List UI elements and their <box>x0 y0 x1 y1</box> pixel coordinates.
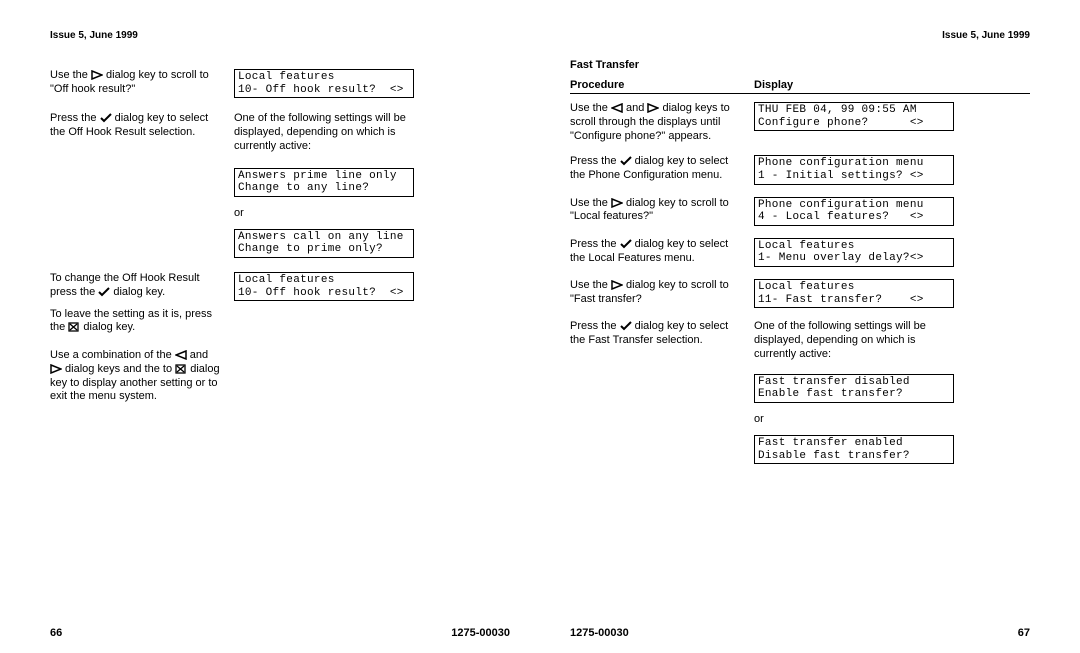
cancel-box-icon <box>175 364 187 374</box>
procedure-step: Use the dialog key to scroll to "Off hoo… <box>50 69 220 97</box>
display-note: One of the following settings will be di… <box>234 112 414 153</box>
col-procedure: Procedure <box>570 79 740 91</box>
lcd-display: Answers prime line only Change to any li… <box>234 168 414 197</box>
checkmark-icon <box>98 287 110 297</box>
lcd-display: Fast transfer disabled Enable fast trans… <box>754 374 954 403</box>
left-page-number: 66 <box>50 627 62 639</box>
display-stack: Fast transfer disabled Enable fast trans… <box>754 374 954 465</box>
procedure-step: Use the dialog key to scroll to "Fast tr… <box>570 279 740 307</box>
lcd-display: Local features 1- Menu overlay delay?<> <box>754 238 954 267</box>
left-page: Issue 5, June 1999 Use the dialog key to… <box>0 0 540 653</box>
triangle-right-icon <box>91 70 103 80</box>
right-doc-number: 1275-00030 <box>570 627 629 639</box>
display-stack: Answers prime line only Change to any li… <box>234 168 414 259</box>
checkmark-icon <box>100 113 112 123</box>
triangle-left-icon <box>611 103 623 113</box>
procedure-step: Press the dialog key to select the Phone… <box>570 155 740 183</box>
lcd-display: THU FEB 04, 99 09:55 AM Configure phone?… <box>754 102 954 131</box>
or-label: or <box>234 207 414 219</box>
checkmark-icon <box>620 239 632 249</box>
checkmark-icon <box>620 321 632 331</box>
cancel-box-icon <box>68 322 80 332</box>
column-headers: Procedure Display <box>570 79 1030 94</box>
procedure-step: Use a combination of the and dialog keys… <box>50 349 220 404</box>
lcd-display: Answers call on any line Change to prime… <box>234 229 414 258</box>
procedure-step: Use the dialog key to scroll to "Local f… <box>570 197 740 225</box>
checkmark-icon <box>620 156 632 166</box>
triangle-left-icon <box>175 350 187 360</box>
lcd-display: Local features 11- Fast transfer? <> <box>754 279 954 308</box>
section-title: Fast Transfer <box>570 59 1030 71</box>
lcd-display: Phone configuration menu 1 - Initial set… <box>754 155 954 184</box>
left-footer: 66 1275-00030 <box>0 627 540 639</box>
lcd-display: Phone configuration menu 4 - Local featu… <box>754 197 954 226</box>
procedure-step: Press the dialog key to select the Off H… <box>50 112 220 140</box>
col-display: Display <box>754 79 954 91</box>
right-header: Issue 5, June 1999 <box>570 30 1030 41</box>
display-note: One of the following settings will be di… <box>754 320 954 361</box>
lcd-display: Fast transfer enabled Disable fast trans… <box>754 435 954 464</box>
procedure-step: Use the and dialog keys to scroll throug… <box>570 102 740 143</box>
right-footer: 1275-00030 67 <box>540 627 1080 639</box>
triangle-right-icon <box>50 364 62 374</box>
or-label: or <box>754 413 954 425</box>
right-page: Issue 5, June 1999 Fast Transfer Procedu… <box>540 0 1080 653</box>
right-page-number: 67 <box>1018 627 1030 639</box>
triangle-right-icon <box>611 198 623 208</box>
left-doc-number: 1275-00030 <box>451 627 510 639</box>
lcd-display: Local features 10- Off hook result? <> <box>234 272 414 301</box>
lcd-display: Local features 10- Off hook result? <> <box>234 69 414 98</box>
triangle-right-icon <box>647 103 659 113</box>
triangle-right-icon <box>611 280 623 290</box>
procedure-step: To change the Off Hook Result press the … <box>50 272 220 335</box>
procedure-step: Press the dialog key to select the Local… <box>570 238 740 266</box>
left-grid: Use the dialog key to scroll to "Off hoo… <box>50 69 510 404</box>
left-header: Issue 5, June 1999 <box>50 30 510 41</box>
right-grid: Use the and dialog keys to scroll throug… <box>570 102 1030 464</box>
procedure-step: Press the dialog key to select the Fast … <box>570 320 740 348</box>
